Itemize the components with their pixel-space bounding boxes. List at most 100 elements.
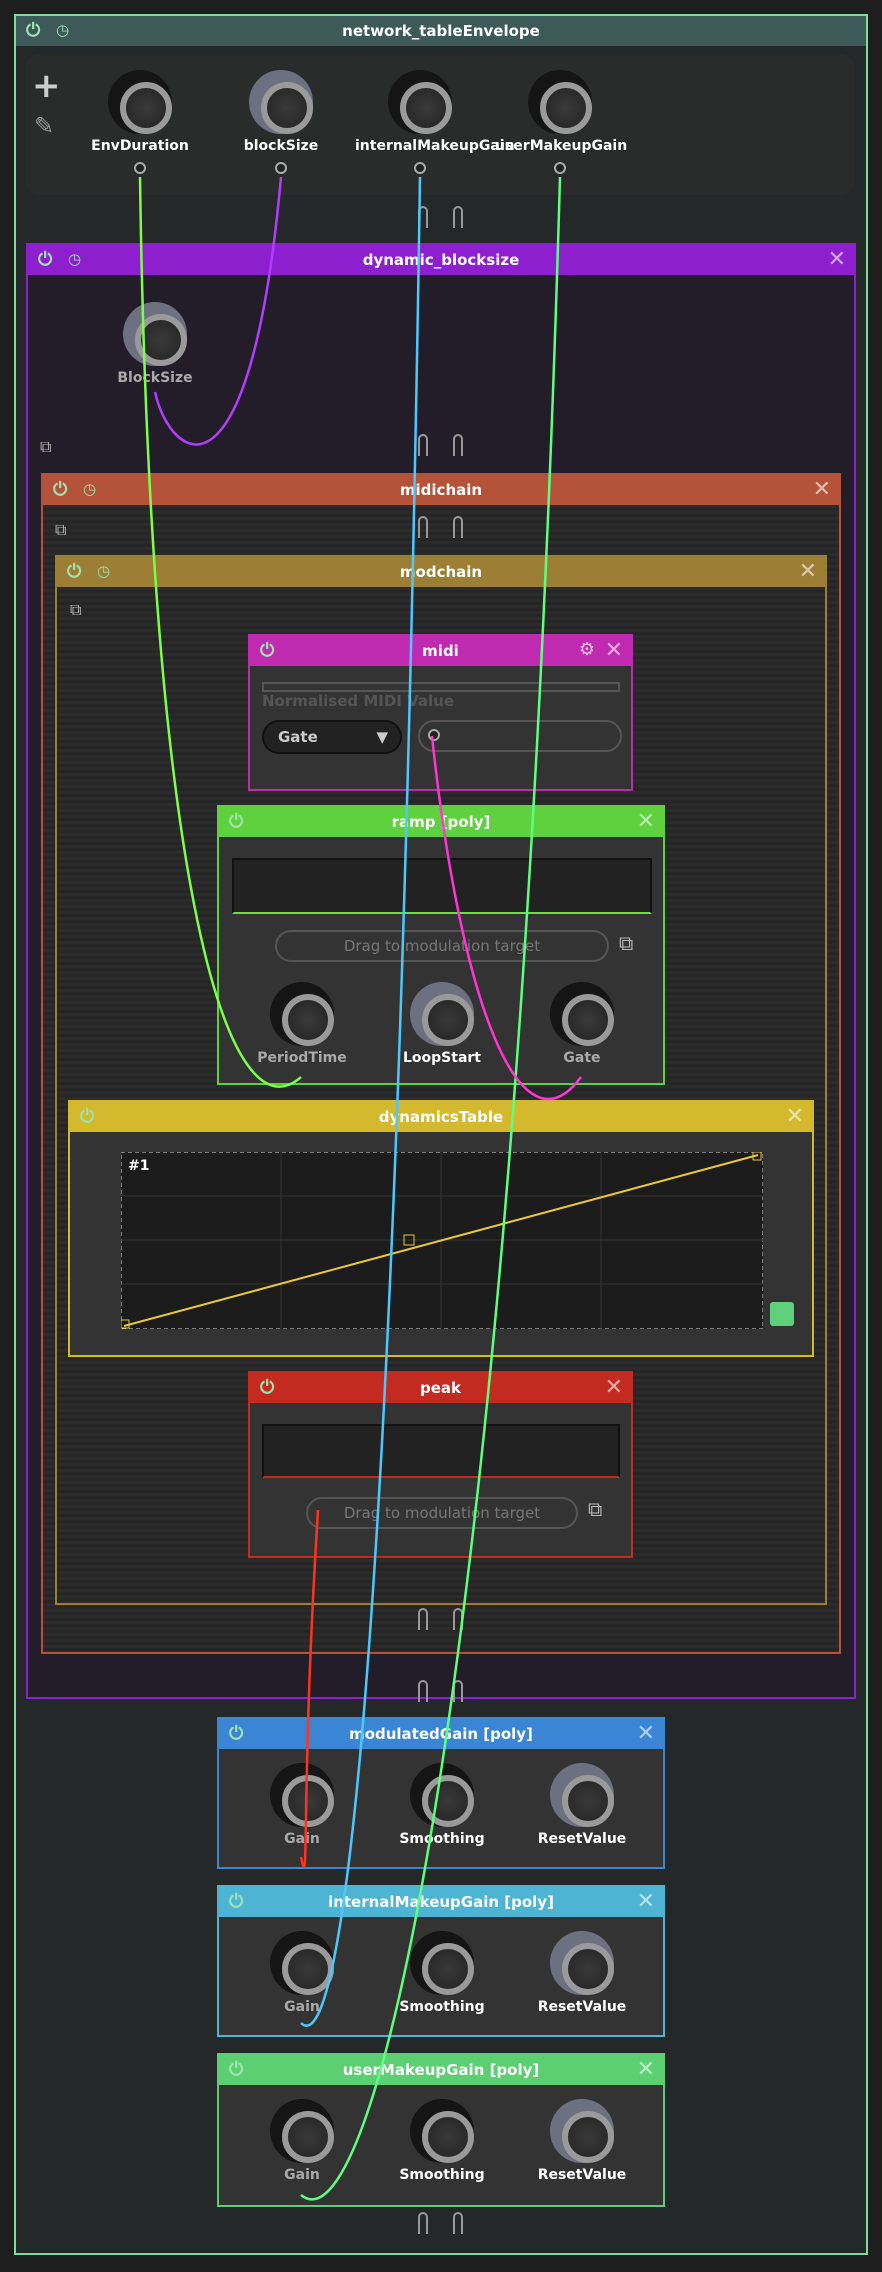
modulation-popout-icon[interactable]: ⧉ (588, 1497, 602, 1521)
knob-label: ResetValue (537, 1831, 627, 1847)
edit-pencil-icon[interactable]: ✎ (34, 112, 54, 140)
external-link-icon[interactable]: ⧉ (55, 520, 66, 540)
power-icon[interactable]: ⏻ (229, 2059, 243, 2080)
close-icon[interactable]: ✕ (637, 1721, 655, 1746)
close-icon[interactable]: ✕ (637, 809, 655, 834)
knob-envduration[interactable]: EnvDuration (91, 70, 189, 174)
signal-plug (418, 434, 428, 456)
usermakeupgain-node: ⏻ userMakeupGain [poly] ✕ Gain Smoothing R… (217, 2053, 665, 2207)
modulatedgain-node: ⏻ modulatedGain [poly] ✕ Gain Smoothing Re… (217, 1717, 665, 1869)
knob-label: Gain (284, 2167, 320, 2183)
external-link-icon[interactable]: ⧉ (70, 600, 81, 620)
knob-loopstart[interactable]: LoopStart (403, 982, 481, 1066)
knob-smoothing[interactable]: Smoothing (399, 1763, 485, 1847)
close-icon[interactable]: ✕ (605, 1375, 623, 1400)
clock-icon[interactable]: ◷ (97, 562, 110, 580)
knob-resetvalue[interactable]: ResetValue (538, 2099, 626, 2183)
close-icon[interactable]: ✕ (799, 559, 817, 584)
power-icon[interactable]: ⏻ (229, 1723, 243, 1744)
power-icon[interactable]: ⏻ (53, 479, 67, 500)
signal-plug (418, 206, 428, 228)
midi-value-bar (262, 682, 620, 692)
signal-plug (453, 2212, 463, 2234)
knob-usermakeupgain[interactable]: userMakeupGain (495, 70, 627, 174)
power-icon[interactable]: ⏻ (260, 640, 274, 661)
signal-plug (418, 516, 428, 538)
signal-plug (453, 1608, 463, 1630)
power-icon[interactable]: ⏻ (80, 1106, 94, 1127)
knob-label: PeriodTime (257, 1050, 347, 1066)
node-title: modulatedGain [poly] (349, 1725, 533, 1743)
table-fold-icon[interactable] (770, 1302, 794, 1326)
modulation-popout-icon[interactable]: ⧉ (619, 931, 633, 955)
midi-modulation-source[interactable] (418, 720, 622, 752)
node-title: ramp [poly] (391, 813, 491, 831)
modulation-connector[interactable] (134, 162, 146, 174)
knob-gain[interactable]: Gain (267, 1763, 337, 1847)
knob-label: Smoothing (399, 1831, 485, 1847)
power-icon[interactable]: ⏻ (26, 20, 40, 41)
table-index: #1 (128, 1158, 150, 1174)
modulation-connector[interactable] (554, 162, 566, 174)
signal-plug (453, 1680, 463, 1702)
power-icon[interactable]: ⏻ (229, 811, 243, 832)
knob-smoothing[interactable]: Smoothing (399, 2099, 485, 2183)
midi-port-icon[interactable]: ⚙ (579, 639, 595, 660)
knob-label: Gate (563, 1050, 601, 1066)
drag-modulation-target[interactable]: Drag to modulation target (275, 930, 609, 962)
add-parameter-icon[interactable]: + (32, 66, 61, 106)
knob-gain[interactable]: Gain (267, 2099, 337, 2183)
knob-blocksize[interactable]: blockSize (244, 70, 318, 174)
close-icon[interactable]: ✕ (813, 477, 831, 502)
peak-display (262, 1424, 620, 1478)
drag-label: Drag to modulation target (343, 1504, 541, 1522)
knob-gate[interactable]: Gate (547, 982, 617, 1066)
close-icon[interactable]: ✕ (786, 1104, 804, 1129)
ramp-node: ⏻ ramp [poly] ✕ Drag to modulation targe… (217, 805, 665, 1085)
modulation-connector[interactable] (414, 162, 426, 174)
close-icon[interactable]: ✕ (828, 247, 846, 272)
peak-node: ⏻ peak ✕ Drag to modulation target ⧉ (248, 1371, 633, 1558)
knob-blocksize-inner[interactable]: BlockSize (117, 302, 193, 386)
signal-plug (418, 2212, 428, 2234)
node-title: userMakeupGain [poly] (342, 2061, 540, 2079)
knob-label: Smoothing (399, 2167, 485, 2183)
knob-resetvalue[interactable]: ResetValue (538, 1763, 626, 1847)
power-icon[interactable]: ⏻ (229, 1891, 243, 1912)
midi-node: ⏻ midi ⚙ ✕ Normalised MIDI Value Gate ▼ (248, 634, 633, 791)
power-icon[interactable]: ⏻ (67, 561, 81, 582)
table-editor[interactable] (121, 1152, 763, 1329)
network-header: ⏻ ◷ network_tableEnvelope (16, 16, 866, 46)
knob-periodtime[interactable]: PeriodTime (257, 982, 347, 1066)
knob-gain[interactable]: Gain (267, 1931, 337, 2015)
knob-label: internalMakeupGain (355, 138, 515, 154)
knob-internalmakeupgain[interactable]: internalMakeupGain (355, 70, 515, 174)
power-icon[interactable]: ⏻ (38, 249, 52, 270)
clock-icon[interactable]: ◷ (83, 480, 96, 498)
knob-smoothing[interactable]: Smoothing (399, 1931, 485, 2015)
drag-modulation-target[interactable]: Drag to modulation target (306, 1497, 578, 1529)
knob-label: LoopStart (403, 1050, 481, 1066)
knob-label: BlockSize (117, 370, 193, 386)
node-title: dynamic_blocksize (362, 251, 520, 269)
midi-mode-dropdown[interactable]: Gate ▼ (262, 720, 402, 754)
signal-plug (453, 516, 463, 538)
knob-label: Gain (284, 1999, 320, 2015)
clock-icon[interactable]: ◷ (56, 21, 69, 39)
node-title: modchain (399, 563, 483, 581)
knob-label: Gain (284, 1831, 320, 1847)
signal-plug (418, 1680, 428, 1702)
node-title: internalMakeupGain [poly] (328, 1893, 554, 1911)
clock-icon[interactable]: ◷ (68, 250, 81, 268)
modulation-connector[interactable] (275, 162, 287, 174)
close-icon[interactable]: ✕ (637, 2057, 655, 2082)
external-link-icon[interactable]: ⧉ (40, 437, 51, 457)
modulation-connector[interactable] (428, 729, 440, 741)
close-icon[interactable]: ✕ (637, 1889, 655, 1914)
knob-label: Smoothing (399, 1999, 485, 2015)
close-icon[interactable]: ✕ (605, 638, 623, 663)
power-icon[interactable]: ⏻ (260, 1377, 274, 1398)
internalmakeupgain-node: ⏻ internalMakeupGain [poly] ✕ Gain Smoothi… (217, 1885, 665, 2037)
knob-resetvalue[interactable]: ResetValue (538, 1931, 626, 2015)
dropdown-value: Gate (278, 728, 318, 746)
